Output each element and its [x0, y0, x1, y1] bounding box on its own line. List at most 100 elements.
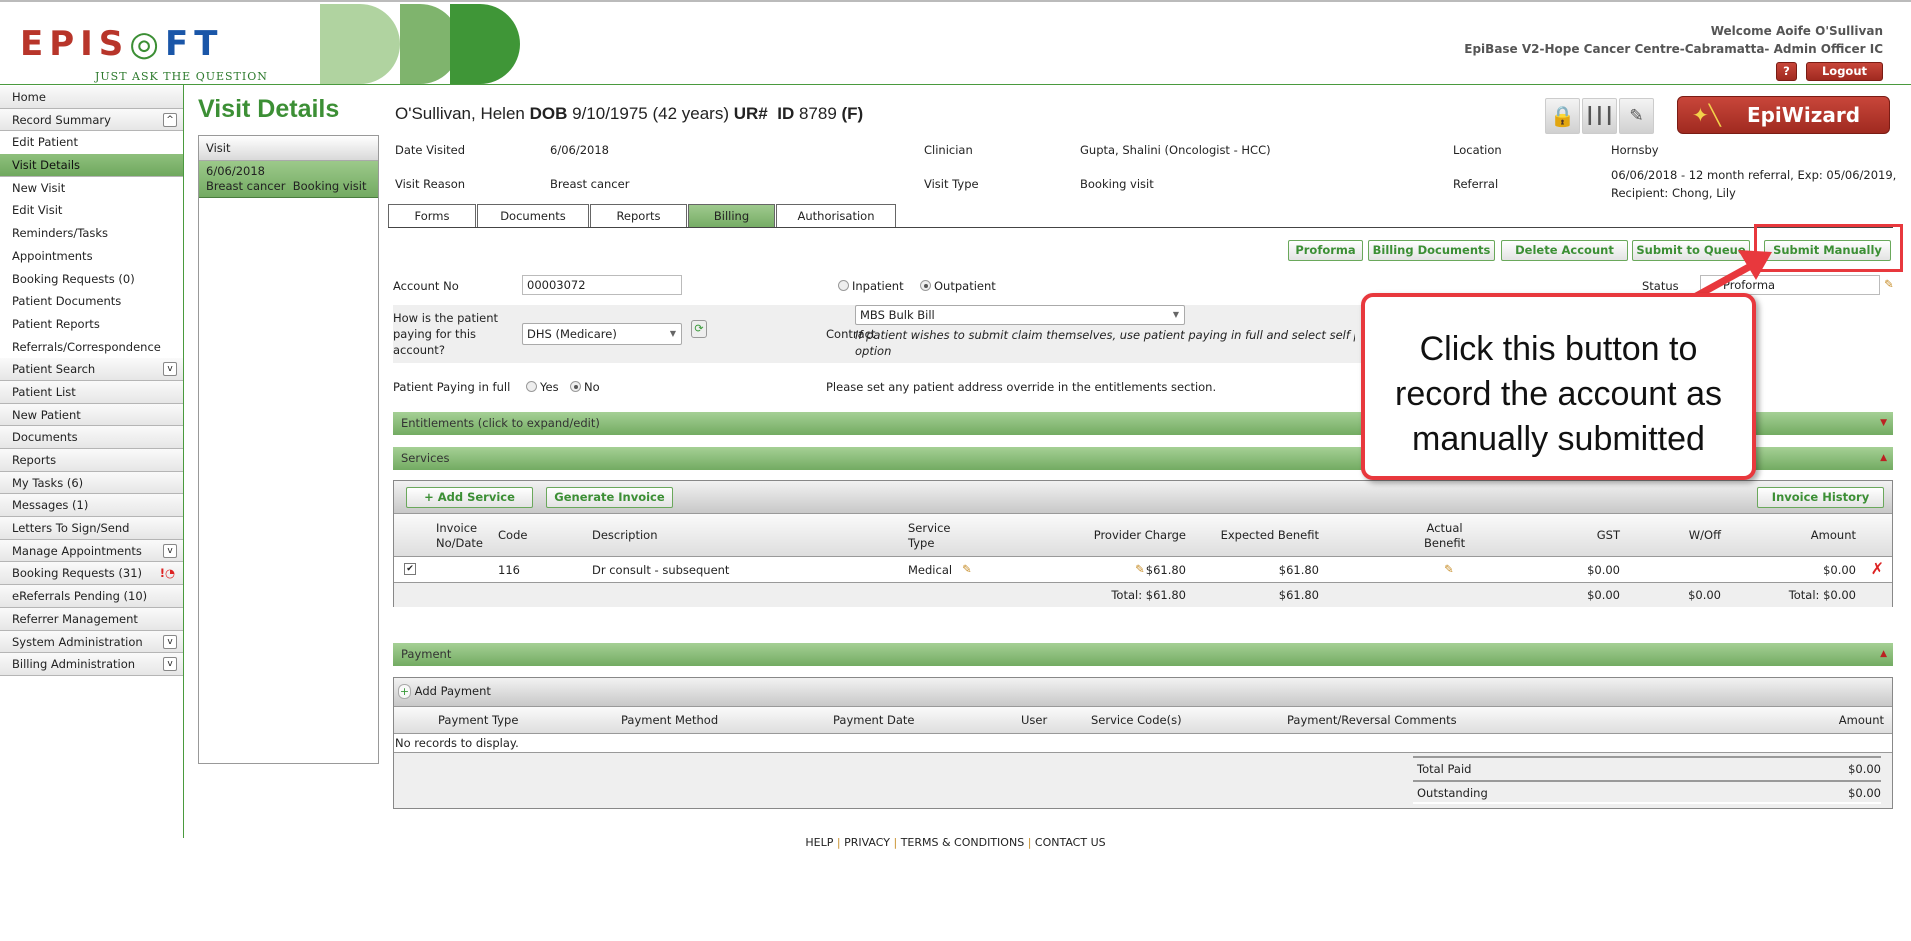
payment-column-header: Payment Method	[621, 713, 719, 727]
account-no-input[interactable]: 00003072	[522, 275, 682, 295]
sidebar-item-label: Referrer Management	[12, 611, 138, 626]
payment-totals: Total Paid $0.00 Outstanding $0.00	[394, 753, 1892, 808]
logout-button[interactable]: Logout	[1806, 62, 1883, 81]
tab-forms[interactable]: Forms	[388, 204, 476, 228]
sidebar-item-patient-list[interactable]: Patient List	[0, 380, 183, 404]
empty-message: No records to display.	[394, 734, 1892, 753]
footer-links: HELP | PRIVACY | TERMS & CONDITIONS | CO…	[805, 836, 1106, 849]
sidebar-item-patient-search[interactable]: Patient Search v	[0, 358, 183, 381]
lock-icon[interactable]: 🔒	[1545, 98, 1580, 134]
sidebar-item-new-patient[interactable]: New Patient	[0, 403, 183, 427]
sidebar-item-record-summary[interactable]: Record Summary ^	[0, 108, 183, 132]
entitlements-label: Entitlements (click to expand/edit)	[401, 416, 600, 430]
delete-account-button[interactable]: Delete Account	[1501, 240, 1628, 261]
chevron-down-icon[interactable]: v	[163, 657, 177, 672]
sidebar-item-system-administration[interactable]: System Administration v	[0, 630, 183, 654]
sidebar-item-patient-reports[interactable]: Patient Reports	[0, 312, 183, 336]
add-service-button[interactable]: + Add Service	[406, 487, 533, 508]
payment-column-header: Amount	[1838, 713, 1884, 727]
sidebar-item-new-visit[interactable]: New Visit	[0, 176, 183, 200]
payment-column-header: Payment/Reversal Comments	[1287, 713, 1457, 727]
chevron-down-icon[interactable]: v	[163, 362, 177, 377]
visit-type-label: Visit Type	[924, 177, 979, 191]
sidebar-item-label: Referrals/Correspondence	[12, 339, 161, 354]
outpatient-radio[interactable]: Outpatient	[920, 279, 996, 293]
sidebar-item-label: Patient List	[12, 384, 76, 399]
sidebar-item-label: Patient Search	[12, 362, 96, 377]
row-checkbox[interactable]: ✔	[404, 563, 416, 575]
delete-row-x-icon[interactable]: ✗	[1871, 559, 1884, 578]
account-no-label: Account No	[393, 279, 459, 293]
edit-actual-benefit-pencil-icon[interactable]: ✎	[1444, 562, 1454, 576]
privacy-link[interactable]: PRIVACY	[844, 836, 890, 849]
inpatient-radio[interactable]: Inpatient	[838, 279, 904, 293]
chevron-down-icon[interactable]: v	[163, 543, 177, 558]
sex-value: (F)	[841, 104, 864, 123]
patient-banner: O'Sullivan, Helen DOB 9/10/1975 (42 year…	[395, 104, 863, 124]
chevron-up-icon[interactable]: ^	[163, 112, 177, 127]
yes-label: Yes	[540, 380, 559, 394]
sidebar-item-label: New Visit	[12, 180, 66, 195]
add-payment-button[interactable]: + Add Payment	[398, 684, 491, 699]
sidebar-item-visit-details[interactable]: Visit Details	[0, 154, 183, 177]
contract-note: If patient wishes to submit claim themse…	[855, 328, 1355, 358]
billing-documents-button[interactable]: Billing Documents	[1368, 240, 1495, 261]
id-value: 8789	[798, 104, 837, 123]
sidebar-item-referrer-management[interactable]: Referrer Management	[0, 607, 183, 631]
sidebar-item-home[interactable]: Home	[0, 86, 183, 109]
terms-link[interactable]: TERMS & CONDITIONS	[901, 836, 1024, 849]
paying-full-yes-radio[interactable]: Yes	[526, 380, 559, 394]
sign-pen-icon[interactable]: ✎	[1619, 98, 1654, 134]
sidebar-item-booking-requests-31[interactable]: Booking Requests (31) !◔	[0, 562, 183, 586]
sidebar-item-ereferrals-pending-10[interactable]: eReferrals Pending (10)	[0, 585, 183, 608]
sidebar-item-booking-requests-0[interactable]: Booking Requests (0)	[0, 267, 183, 291]
refresh-icon[interactable]: ⟳	[691, 320, 707, 338]
generate-invoice-button[interactable]: Generate Invoice	[546, 487, 673, 508]
sidebar-item-messages-1[interactable]: Messages (1)	[0, 494, 183, 518]
services-table: + Add Service Generate Invoice Invoice H…	[393, 480, 1893, 607]
sidebar-item-referrals-correspondence[interactable]: Referrals/Correspondence	[0, 335, 183, 359]
tab-documents[interactable]: Documents	[477, 204, 589, 228]
sidebar-item-reports[interactable]: Reports	[0, 449, 183, 472]
tab-reports[interactable]: Reports	[590, 204, 687, 228]
sidebar-item-reminders-tasks[interactable]: Reminders/Tasks	[0, 222, 183, 245]
sidebar-item-patient-documents[interactable]: Patient Documents	[0, 290, 183, 313]
invoice-history-button[interactable]: Invoice History	[1757, 487, 1884, 508]
help-button[interactable]: ?	[1776, 62, 1797, 81]
sidebar-item-manage-appointments[interactable]: Manage Appointments v	[0, 539, 183, 563]
sidebar-item-appointments[interactable]: Appointments	[0, 244, 183, 268]
tab-billing[interactable]: Billing	[688, 204, 775, 228]
sidebar-item-documents[interactable]: Documents	[0, 426, 183, 449]
sidebar-item-my-tasks-6[interactable]: My Tasks (6)	[0, 471, 183, 495]
services-header-row: Invoice No/Date Code Description Service T…	[394, 514, 1892, 557]
help-link[interactable]: HELP	[805, 836, 833, 849]
sidebar-item-letters-to-sign-send[interactable]: Letters To Sign/Send	[0, 517, 183, 540]
expand-down-icon: ▼	[1880, 418, 1887, 428]
visit-date: 6/06/2018	[206, 164, 265, 178]
sidebar-item-edit-visit[interactable]: Edit Visit	[0, 199, 183, 223]
contract-select[interactable]: MBS Bulk Bill	[855, 305, 1185, 325]
payment-section-header[interactable]: Payment ▲	[393, 643, 1893, 666]
paying-method-select[interactable]: DHS (Medicare)	[522, 323, 682, 345]
tab-authorisation[interactable]: Authorisation	[776, 204, 896, 228]
service-type: Medical	[908, 563, 953, 577]
edit-provider-charge-pencil-icon[interactable]: ✎	[1135, 562, 1145, 576]
sidebar-item-label: Reports	[12, 453, 57, 467]
proforma-button[interactable]: Proforma	[1288, 240, 1363, 261]
edit-status-pencil-icon[interactable]: ✎	[1884, 277, 1894, 291]
outpatient-label: Outpatient	[934, 279, 996, 293]
visit-type-value: Booking visit	[1080, 177, 1154, 191]
sidebar-item-edit-patient[interactable]: Edit Patient	[0, 131, 183, 155]
visit-list-item[interactable]: 6/06/2018 Breast cancer Booking visit	[199, 161, 378, 198]
visit-list-header: Visit	[199, 136, 378, 161]
amount-value: $0.00	[1823, 563, 1856, 577]
test-tubes-icon[interactable]: ┃┃┃	[1582, 98, 1617, 134]
sidebar-item-billing-administration[interactable]: Billing Administration v	[0, 653, 183, 676]
chevron-down-icon[interactable]: v	[163, 634, 177, 649]
payment-column-header: User	[1021, 713, 1048, 727]
sidebar-item-label: New Patient	[12, 407, 81, 422]
contact-link[interactable]: CONTACT US	[1035, 836, 1106, 849]
edit-service-type-pencil-icon[interactable]: ✎	[962, 562, 972, 576]
epiwizard-button[interactable]: ✦╲ EpiWizard	[1677, 96, 1890, 134]
paying-full-no-radio[interactable]: No	[570, 380, 600, 394]
